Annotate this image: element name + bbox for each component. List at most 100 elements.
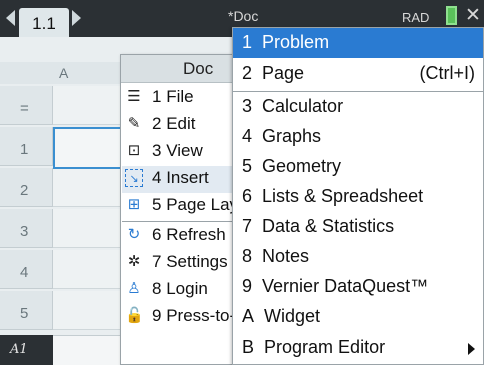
submenu-item-key: 8 [242,246,253,266]
submenu-item-key: 6 [242,186,253,206]
submenu-item-text: Geometry [262,156,342,176]
menu-item-text: View [166,141,203,160]
submenu-item-label: 2 Page [242,63,304,84]
submenu-item-key: B [242,337,255,357]
submenu-item-geometry[interactable]: 5 Geometry [233,152,483,182]
menu-item-label: 9 Press-to-Test [152,306,238,326]
menu-item-insert[interactable]: ↘ 4 Insert [122,166,238,193]
submenu-arrow-icon [468,343,475,355]
menu-item-number: 5 [152,195,162,214]
submenu-item-page[interactable]: 2 Page (Ctrl+I) [233,59,483,89]
formula-cell-a[interactable] [53,86,123,125]
tab-next-arrow-icon[interactable] [72,10,81,26]
submenu-item-data-statistics[interactable]: 7 Data & Statistics [233,212,483,242]
cell-a3[interactable] [53,209,123,248]
submenu-item-text: Graphs [262,126,322,146]
menu-item-view[interactable]: ⊡ 3 View [122,139,238,166]
menu-item-number: 9 [152,306,162,325]
submenu-item-text: Lists & Spreadsheet [262,186,424,206]
menu-divider [122,221,238,222]
submenu-item-text: Program Editor [264,337,386,357]
menu-item-text: Settings [166,252,228,271]
menu-item-number: 1 [152,87,162,106]
lock-icon: 🔓 [125,307,144,324]
menu-item-edit[interactable]: ✎ 2 Edit [122,112,238,139]
menu-item-label: 1 File [152,87,194,107]
submenu-item-widget[interactable]: A Widget [233,302,483,332]
battery-icon [446,6,457,25]
submenu-item-text: Vernier DataQuest™ [262,276,429,296]
menu-item-file[interactable]: ☰ 1 File [122,85,238,112]
sheet-corner [0,62,53,84]
menu-item-text: Refresh [166,225,226,244]
submenu-item-graphs[interactable]: 4 Graphs [233,122,483,152]
submenu-item-label: A Widget [242,306,320,327]
close-icon[interactable]: ✕ [465,6,481,25]
menu-item-settings[interactable]: ✲ 7 Settings [122,250,238,277]
row-header-3[interactable]: 3 [0,209,53,248]
document-menu: Doc ☰ 1 File ✎ 2 Edit ⊡ 3 View ↘ 4 Inser… [120,54,238,365]
submenu-item-text: Problem [262,32,330,52]
menu-item-label: 8 Login [152,279,208,299]
tab-label: 1.1 [32,14,56,33]
page-layout-icon: ⊞ [127,196,141,213]
menu-item-page-layout[interactable]: ⊞ 5 Page Layout [122,193,238,220]
submenu-item-label: 1 Problem [242,32,329,53]
cell-reference: A1 [0,335,53,365]
submenu-item-label: B Program Editor [242,337,385,358]
pencil-icon: ✎ [127,115,141,132]
submenu-item-label: 7 Data & Statistics [242,216,394,237]
row-header-formula[interactable]: = [0,86,53,125]
submenu-item-notes[interactable]: 8 Notes [233,242,483,272]
cell-a5[interactable] [53,291,123,330]
menu-item-text: Press-to-Test [166,306,238,325]
submenu-item-label: 9 Vernier DataQuest™ [242,276,428,297]
submenu-item-program-editor[interactable]: B Program Editor [233,333,483,363]
menu-item-label: 7 Settings [152,252,228,272]
row-header-2[interactable]: 2 [0,168,53,207]
menu-item-text: Insert [166,168,209,187]
submenu-item-text: Notes [262,246,310,266]
cell-a4[interactable] [53,250,123,289]
insert-icon: ↘ [125,169,143,187]
document-title: *Doc [228,8,259,24]
menu-item-number: 6 [152,225,162,244]
tab-1-1[interactable]: 1.1 [19,8,69,37]
menu-item-number: 8 [152,279,162,298]
submenu-item-lists-spreadsheet[interactable]: 6 Lists & Spreadsheet [233,182,483,212]
submenu-item-text: Widget [264,306,321,326]
submenu-item-label: 5 Geometry [242,156,341,177]
submenu-item-problem[interactable]: 1 Problem [233,28,483,58]
tab-prev-arrow-icon[interactable] [6,10,15,26]
menu-item-number: 4 [152,168,162,187]
menu-item-refresh[interactable]: ↻ 6 Refresh [122,223,238,250]
submenu-item-label: 6 Lists & Spreadsheet [242,186,423,207]
submenu-item-vernier-dataquest[interactable]: 9 Vernier DataQuest™ [233,272,483,302]
row-header-4[interactable]: 4 [0,250,53,289]
column-header-a[interactable]: A [53,62,123,84]
document-menu-header: Doc [121,55,237,83]
menu-item-label: 3 View [152,141,203,161]
cell-a2[interactable] [53,168,123,207]
menu-item-press-to-test[interactable]: 🔓 9 Press-to-Test [122,304,238,331]
user-icon: ♙ [127,280,141,297]
view-icon: ⊡ [127,142,141,159]
selected-cell-a1[interactable] [53,127,123,169]
submenu-item-key: 2 [242,63,253,83]
menu-item-label: 6 Refresh [152,225,226,245]
row-header-1[interactable]: 1 [0,127,53,166]
submenu-item-key: 9 [242,276,253,296]
submenu-item-key: 4 [242,126,253,146]
submenu-item-text: Calculator [262,96,344,116]
submenu-item-label: 4 Graphs [242,126,321,147]
file-icon: ☰ [127,88,141,105]
menu-item-number: 3 [152,141,162,160]
menu-item-login[interactable]: ♙ 8 Login [122,277,238,304]
submenu-item-calculator[interactable]: 3 Calculator [233,92,483,122]
document-menu-title: Doc [183,59,214,78]
menu-item-text: Page Layout [166,195,238,214]
submenu-item-key: A [242,306,255,326]
row-header-5[interactable]: 5 [0,291,53,330]
submenu-item-key: 5 [242,156,253,176]
submenu-item-key: 7 [242,216,253,236]
